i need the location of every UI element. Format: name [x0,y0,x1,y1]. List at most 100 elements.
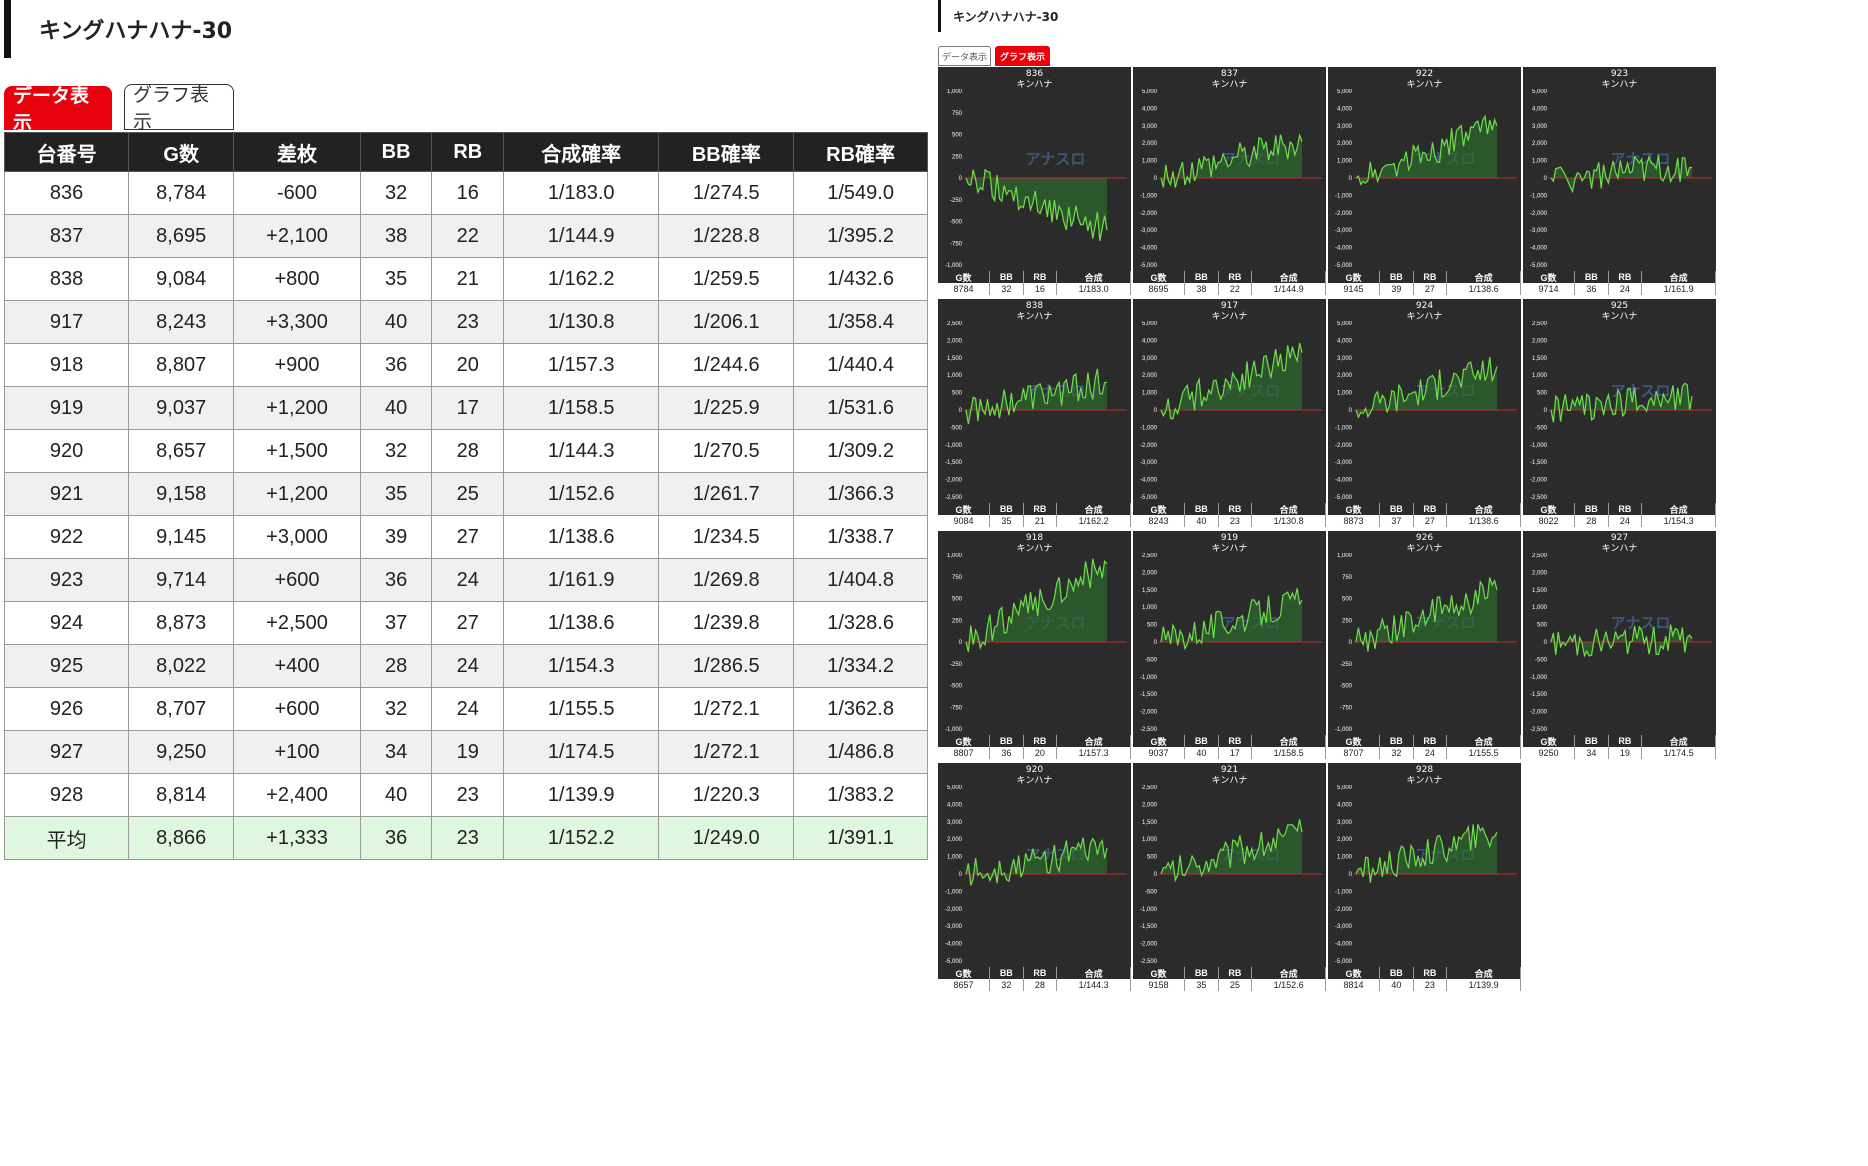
avg-cell-rb-prob: 1/391.1 [793,816,928,860]
y-tick-label: -1,000 [1335,193,1353,199]
graph-card-footer: G数 BB RB 合成 9037 40 17 1/158.5 [1133,735,1326,759]
tab-graph-view-small[interactable]: グラフ表示 [995,46,1050,66]
y-tick-label: 500 [1147,855,1158,861]
graph-card-920[interactable]: 920 キンハナ 5,000 4,000 3,000 2,000 1,000 0 -1,000 -… [938,763,1131,991]
y-tick-label: 0 [1544,640,1548,646]
footer-value-combined: 1/144.3 [1057,979,1131,991]
y-tick-label: -500 [1340,684,1353,690]
graph-card-925[interactable]: 925 キンハナ 2,500 2,000 1,500 1,000 500 0 -500 -1,00… [1523,299,1716,527]
graph-machine-number: 928 [1415,765,1434,775]
graph-machine-number: 920 [1025,765,1044,775]
y-tick-label: 3,000 [947,820,963,826]
y-tick-label: 0 [959,176,963,182]
slump-graph: 2,500 2,000 1,500 1,000 500 0 -500 -1,000 -1,500… [1140,553,1322,733]
footer-header-rb: RB [1608,735,1643,747]
footer-value-games: 8022 [1523,515,1576,527]
cell-rb-prob: 1/383.2 [793,773,928,817]
cell-rb-prob: 1/432.6 [793,257,928,301]
y-tick-label: -500 [1535,425,1548,431]
footer-header-bb: BB [1185,271,1219,283]
table-row: 920 8,657 +1,500 32 28 1/144.3 1/270.5 1/309.2 [3,429,928,473]
footer-value-bb: 40 [1185,515,1219,527]
cell-rb: 16 [431,171,505,215]
tab-graph-view[interactable]: グラフ表示 [124,84,234,133]
graph-card-926[interactable]: 926 キンハナ 1,000 750 500 250 0 -250 -500 -750 -1,000… [1328,531,1521,759]
footer-header-rb: RB [1023,503,1058,515]
graph-card-footer: G数 BB RB 合成 8807 36 20 1/157.3 [938,735,1131,759]
cell-rb: 17 [431,386,505,430]
footer-value-games: 8707 [1328,747,1381,759]
y-tick-label: 0 [1154,872,1158,878]
footer-value-bb: 35 [1185,979,1219,991]
graph-card-footer: G数 BB RB 合成 8022 28 24 1/154.3 [1523,503,1716,527]
footer-value-games: 9145 [1328,283,1381,295]
cell-machine-number: 837 [3,214,130,258]
graph-card-924[interactable]: 924 キンハナ 5,000 4,000 3,000 2,000 1,000 0 -1,000 -… [1328,299,1521,527]
y-tick-label: 3,000 [1337,356,1353,362]
y-tick-label: -1,500 [1140,924,1158,930]
footer-header-rb: RB [1413,967,1448,979]
y-tick-label: -1,500 [1140,692,1158,698]
cell-games: 8,022 [128,644,235,688]
y-tick-label: -4,000 [1335,942,1353,948]
y-tick-label: 5,000 [1337,89,1353,95]
cell-bb-prob: 1/274.5 [658,171,795,215]
machine-data-table: 台番号 G数 差枚 BB RB 合成確率 BB確率 RB確率 836 8,784 -600 32 16… [3,132,928,860]
footer-value-rb: 25 [1218,979,1253,991]
graph-card-919[interactable]: 919 キンハナ 2,500 2,000 1,500 1,000 500 0 -500 -1,00… [1133,531,1326,759]
cell-machine-number: 836 [3,171,130,215]
graph-card-927[interactable]: 927 キンハナ 2,500 2,000 1,500 1,000 500 0 -500 -1,00… [1523,531,1716,759]
y-tick-label: 1,000 [947,553,963,559]
y-tick-label: 4,000 [947,802,963,808]
y-tick-label: -1,000 [1335,727,1353,733]
y-tick-label: 0 [1349,408,1353,414]
graph-card-921[interactable]: 921 キンハナ 2,500 2,000 1,500 1,000 500 0 -500 -1,00… [1133,763,1326,991]
cell-combined-prob: 1/174.5 [503,730,660,774]
cell-machine-number: 926 [3,687,130,731]
cell-rb: 23 [431,300,505,344]
footer-header-games: G数 [1328,503,1381,515]
cell-machine-number: 838 [3,257,130,301]
y-tick-label: 2,500 [1532,321,1548,327]
y-tick-label: -5,000 [1530,263,1548,269]
tab-data-view-small[interactable]: データ表示 [938,46,991,66]
table-row: 926 8,707 +600 32 24 1/155.5 1/272.1 1/362.8 [3,687,928,731]
y-tick-label: -1,000 [1530,675,1548,681]
graph-card-917[interactable]: 917 キンハナ 5,000 4,000 3,000 2,000 1,000 0 -1,000 -… [1133,299,1326,527]
footer-value-rb: 20 [1023,747,1058,759]
graph-card-836[interactable]: 836 キンハナ 1,000 750 500 250 0 -250 -500 -750 -1,000… [938,67,1131,295]
graph-card-837[interactable]: 837 キンハナ 5,000 4,000 3,000 2,000 1,000 0 -1,000 -… [1133,67,1326,295]
footer-header-bb: BB [1575,271,1609,283]
footer-value-bb: 35 [990,515,1024,527]
watermark-logo: アナスロ [1026,150,1086,168]
cell-difference: +1,200 [233,472,361,516]
cell-games: 9,714 [128,558,235,602]
graph-card-header: 924 キンハナ [1328,301,1521,323]
cell-games: 8,814 [128,773,235,817]
cell-bb-prob: 1/228.8 [658,214,795,258]
average-row: 平均 8,866 +1,333 36 23 1/152.2 1/249.0 1/391.1 [3,816,928,860]
y-tick-label: 750 [952,111,963,117]
cell-bb-prob: 1/286.5 [658,644,795,688]
graph-machine-number: 917 [1220,301,1239,311]
cell-rb-prob: 1/549.0 [793,171,928,215]
y-tick-label: 1,500 [1142,820,1158,826]
graph-card-928[interactable]: 928 キンハナ 5,000 4,000 3,000 2,000 1,000 0 -1,000 -… [1328,763,1521,991]
graph-card-918[interactable]: 918 キンハナ 1,000 750 500 250 0 -250 -500 -750 -1,000… [938,531,1131,759]
footer-value-games: 8873 [1328,515,1381,527]
footer-header-combined: 合成 [1642,735,1716,747]
y-tick-label: -4,000 [945,942,963,948]
cell-rb-prob: 1/404.8 [793,558,928,602]
y-tick-label: -1,000 [945,263,963,269]
y-tick-label: 0 [1544,408,1548,414]
graph-card-838[interactable]: 838 キンハナ 2,500 2,000 1,500 1,000 500 0 -500 -1,00… [938,299,1131,527]
footer-value-combined: 1/139.9 [1447,979,1521,991]
graph-card-923[interactable]: 923 キンハナ 5,000 4,000 3,000 2,000 1,000 0 -1,000 -… [1523,67,1716,295]
graph-card-922[interactable]: 922 キンハナ 5,000 4,000 3,000 2,000 1,000 0 -1,000 -… [1328,67,1521,295]
tab-data-view[interactable]: データ表示 [4,85,112,134]
footer-header-combined: 合成 [1252,735,1326,747]
y-tick-label: 2,000 [947,837,963,843]
graph-card-header: 918 キンハナ [938,533,1131,555]
y-tick-label: 500 [1537,391,1548,397]
y-tick-label: -3,000 [1335,924,1353,930]
